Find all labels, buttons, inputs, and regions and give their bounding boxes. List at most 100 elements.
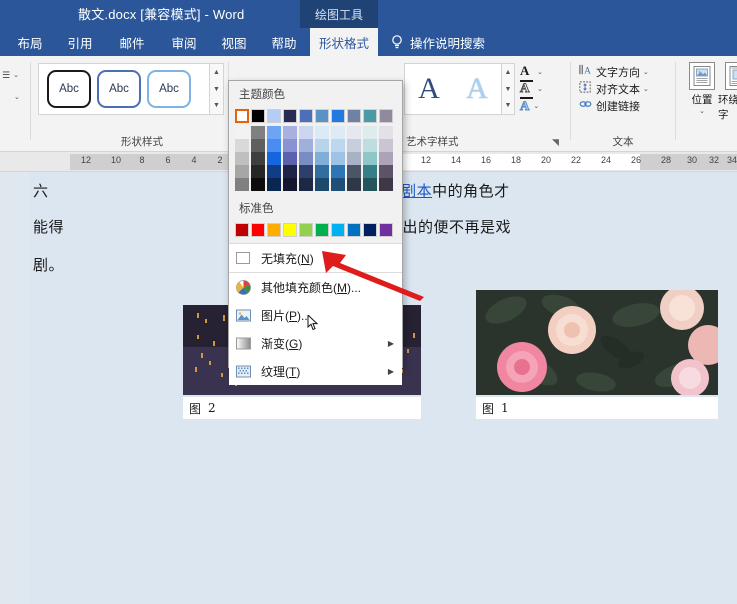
tab-help[interactable]: 帮助	[262, 28, 306, 56]
theme-colors-row[interactable]	[235, 109, 396, 123]
gallery-more-icon[interactable]: ▼	[502, 97, 514, 114]
scroll-up-icon[interactable]: ▲	[502, 64, 514, 81]
doc-link-script[interactable]: 剧本	[401, 182, 432, 200]
contextual-tab-drawing-tools[interactable]: 绘图工具	[300, 0, 378, 28]
theme-variant-swatch[interactable]	[299, 126, 313, 139]
theme-variant-column[interactable]	[331, 126, 345, 191]
theme-variant-swatch[interactable]	[251, 152, 265, 165]
theme-color-swatch[interactable]	[363, 109, 377, 123]
theme-variant-swatch[interactable]	[251, 126, 265, 139]
shape-styles-scroll[interactable]: ▲ ▼ ▼	[210, 63, 224, 115]
standard-color-swatch[interactable]	[235, 223, 249, 237]
image-pink-roses[interactable]	[476, 290, 718, 395]
theme-variant-swatch[interactable]	[331, 165, 345, 178]
text-fill-button[interactable]: A ⌄	[520, 63, 562, 82]
standard-color-swatch[interactable]	[251, 223, 265, 237]
chevron-down-icon[interactable]: ⌄	[643, 85, 649, 93]
theme-variants-grid[interactable]	[235, 126, 396, 191]
theme-color-swatch[interactable]	[267, 109, 281, 123]
theme-variant-swatch[interactable]	[315, 126, 329, 139]
shape-style-option[interactable]: Abc	[147, 70, 191, 108]
theme-variant-swatch[interactable]	[267, 126, 281, 139]
theme-color-swatch[interactable]	[331, 109, 345, 123]
theme-variant-column[interactable]	[299, 126, 313, 191]
scroll-down-icon[interactable]: ▼	[502, 81, 514, 98]
theme-variant-swatch[interactable]	[331, 139, 345, 152]
theme-variant-column[interactable]	[235, 126, 249, 191]
theme-variant-swatch[interactable]	[283, 152, 297, 165]
standard-color-swatch[interactable]	[283, 223, 297, 237]
theme-variant-column[interactable]	[251, 126, 265, 191]
tab-layout[interactable]: 布局	[10, 28, 50, 56]
theme-variant-column[interactable]	[363, 126, 377, 191]
text-direction-button[interactable]: A 文字方向 ⌄	[578, 63, 668, 80]
theme-variant-swatch[interactable]	[267, 165, 281, 178]
standard-color-swatch[interactable]	[299, 223, 313, 237]
shape-style-option[interactable]: Abc	[97, 70, 141, 108]
theme-variant-swatch[interactable]	[331, 126, 345, 139]
theme-variant-swatch[interactable]	[299, 165, 313, 178]
standard-color-swatch[interactable]	[379, 223, 393, 237]
theme-variant-swatch[interactable]	[347, 126, 361, 139]
chevron-down-icon[interactable]: ⌄	[699, 107, 705, 115]
scroll-down-icon[interactable]: ▼	[210, 81, 223, 98]
standard-colors-palette[interactable]	[229, 220, 402, 243]
theme-color-swatch[interactable]	[251, 109, 265, 123]
theme-variant-swatch[interactable]	[363, 139, 377, 152]
shape-effects-stub[interactable]: ⌄	[2, 86, 32, 108]
theme-variant-swatch[interactable]	[299, 139, 313, 152]
standard-color-swatch[interactable]	[363, 223, 377, 237]
standard-color-swatch[interactable]	[347, 223, 361, 237]
theme-variant-swatch[interactable]	[283, 126, 297, 139]
wordart-style-option[interactable]: A	[466, 74, 488, 104]
wordart-styles-gallery[interactable]: A A	[404, 63, 502, 115]
align-text-button[interactable]: 对齐文本 ⌄	[578, 80, 668, 97]
tab-review[interactable]: 审阅	[162, 28, 206, 56]
theme-variant-swatch[interactable]	[267, 178, 281, 191]
chevron-down-icon[interactable]: ⌄	[533, 102, 539, 110]
tab-view[interactable]: 视图	[212, 28, 256, 56]
theme-color-swatch[interactable]	[315, 109, 329, 123]
theme-variant-column[interactable]	[347, 126, 361, 191]
position-button[interactable]: 位置 ⌄	[682, 62, 722, 115]
tab-references[interactable]: 引用	[58, 28, 102, 56]
theme-variant-swatch[interactable]	[235, 152, 249, 165]
theme-variant-swatch[interactable]	[235, 139, 249, 152]
theme-color-swatch[interactable]	[347, 109, 361, 123]
theme-variant-swatch[interactable]	[299, 178, 313, 191]
theme-color-swatch[interactable]	[379, 109, 393, 123]
theme-variant-column[interactable]	[267, 126, 281, 191]
theme-variant-swatch[interactable]	[235, 178, 249, 191]
theme-variant-column[interactable]	[283, 126, 297, 191]
theme-variant-swatch[interactable]	[251, 139, 265, 152]
theme-variant-swatch[interactable]	[267, 139, 281, 152]
standard-color-swatch[interactable]	[315, 223, 329, 237]
theme-variant-swatch[interactable]	[331, 178, 345, 191]
theme-color-swatch[interactable]	[283, 109, 297, 123]
text-outline-button[interactable]: A ⌄	[519, 80, 562, 99]
theme-variant-swatch[interactable]	[379, 152, 393, 165]
theme-colors-palette[interactable]	[229, 106, 402, 195]
shape-style-option[interactable]: Abc	[47, 70, 91, 108]
caption-figure-1[interactable]: 图 1	[476, 397, 718, 419]
theme-variant-swatch[interactable]	[347, 139, 361, 152]
theme-variant-swatch[interactable]	[379, 178, 393, 191]
theme-variant-swatch[interactable]	[363, 165, 377, 178]
text-effects-button[interactable]: A ⌄	[519, 97, 562, 114]
theme-variant-swatch[interactable]	[331, 152, 345, 165]
menu-item-texture[interactable]: 纹理(T) ▶	[229, 357, 402, 385]
chevron-down-icon[interactable]: ⌄	[643, 68, 649, 76]
theme-variant-swatch[interactable]	[379, 139, 393, 152]
tab-mailings[interactable]: 邮件	[110, 28, 154, 56]
theme-variant-swatch[interactable]	[363, 178, 377, 191]
theme-variant-swatch[interactable]	[315, 152, 329, 165]
theme-variant-swatch[interactable]	[283, 139, 297, 152]
shape-styles-gallery[interactable]: Abc Abc Abc	[38, 63, 210, 115]
shape-outline-stub[interactable]: ☰ ⌄	[2, 64, 32, 86]
wordart-gallery-scroll[interactable]: ▲ ▼ ▼	[502, 63, 515, 115]
theme-variant-swatch[interactable]	[379, 165, 393, 178]
wordart-style-option[interactable]: A	[418, 74, 440, 104]
theme-variant-swatch[interactable]	[251, 178, 265, 191]
theme-variant-swatch[interactable]	[283, 165, 297, 178]
theme-variant-swatch[interactable]	[315, 178, 329, 191]
